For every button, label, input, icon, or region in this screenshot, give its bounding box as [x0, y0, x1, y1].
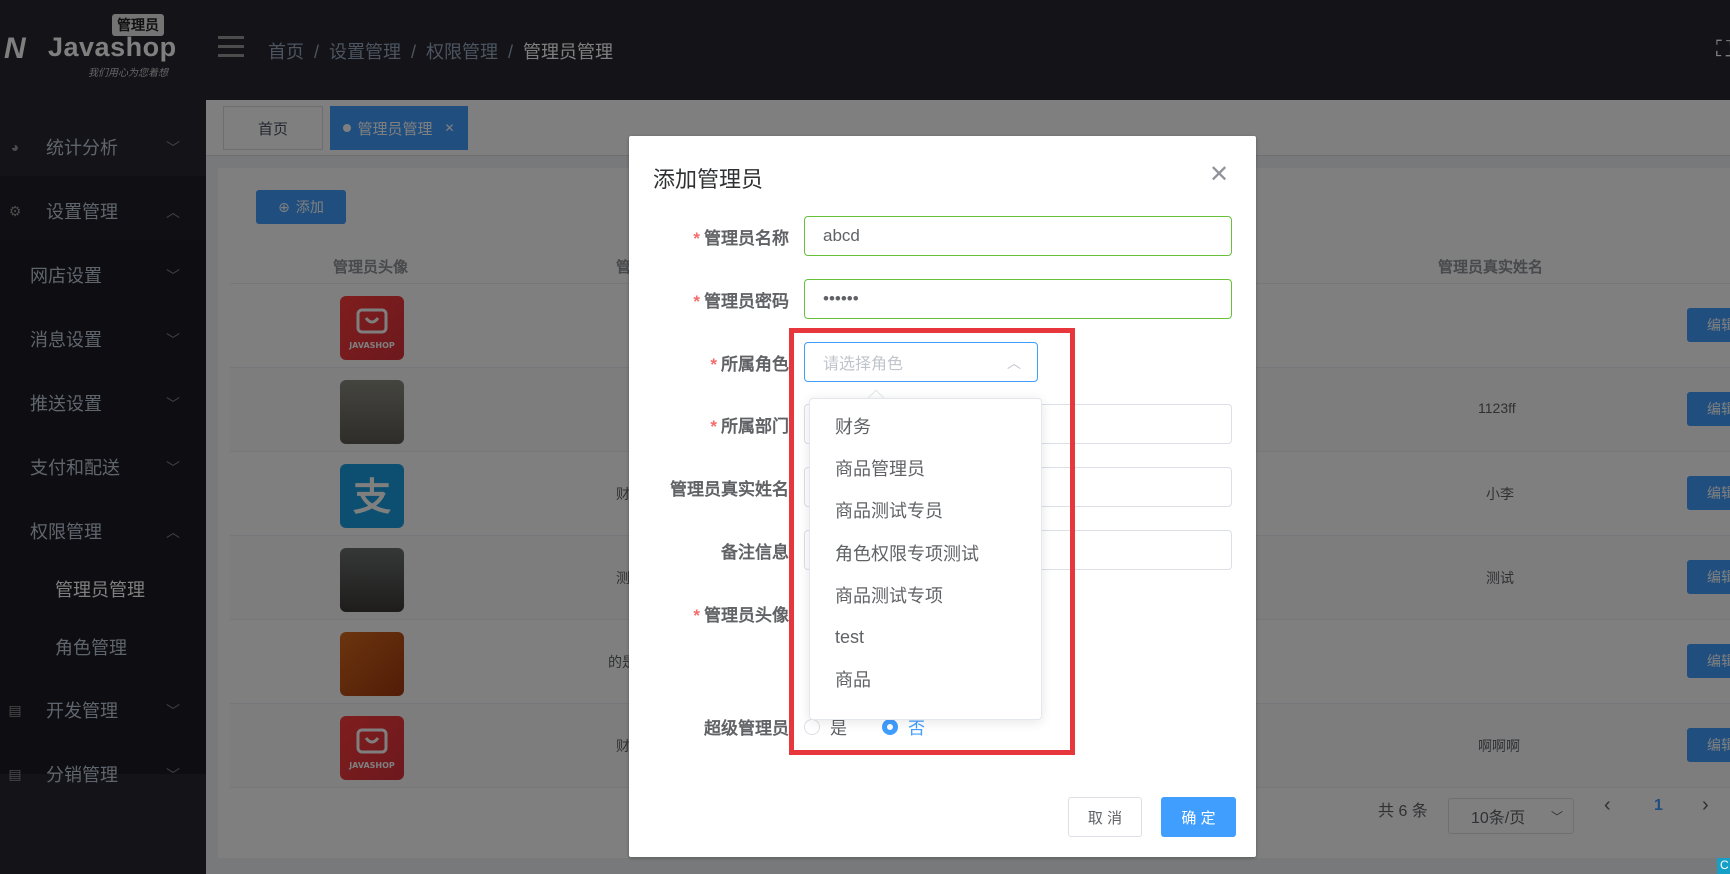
close-icon[interactable]: ✕: [1209, 160, 1229, 189]
role-label: * 所属角色: [710, 355, 789, 374]
realname-label: 管理员真实姓名: [670, 480, 789, 499]
highlight-box: [789, 328, 1075, 755]
avatar-label: * 管理员头像: [693, 606, 789, 625]
admin-password-input[interactable]: ••••••: [804, 279, 1232, 319]
note-label: 备注信息: [721, 543, 789, 562]
cancel-button[interactable]: 取 消: [1068, 797, 1142, 837]
name-label: * 管理员名称: [693, 229, 789, 248]
confirm-button[interactable]: 确 定: [1161, 797, 1236, 837]
dept-label: * 所属部门: [710, 417, 789, 436]
password-label: * 管理员密码: [693, 292, 789, 311]
super-admin-label: 超级管理员: [704, 719, 789, 738]
admin-name-input[interactable]: abcd: [804, 216, 1232, 256]
dialog-title: 添加管理员: [653, 167, 764, 192]
corner-badge: C: [1717, 858, 1730, 874]
